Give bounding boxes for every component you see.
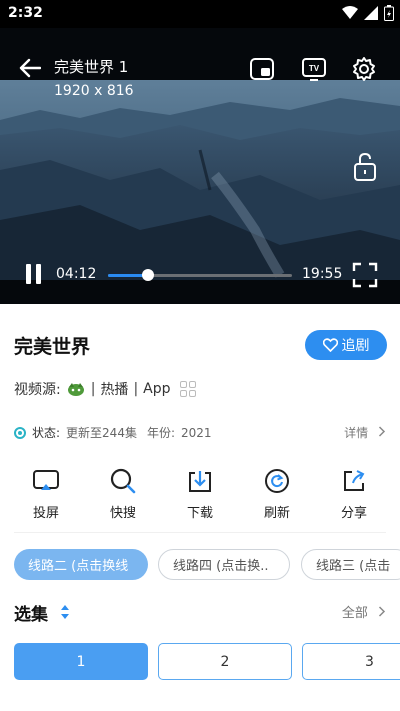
- line-chip-label: 线路四 (点击换..: [173, 559, 269, 574]
- video-player[interactable]: 完美世界 1 1920 x 816 TV 04:12 19:55: [0, 28, 400, 304]
- source-app: App: [143, 381, 171, 397]
- lock-button[interactable]: [350, 150, 380, 184]
- player-top-bar: 完美世界 1 1920 x 816 TV: [0, 28, 400, 118]
- back-arrow-icon: [19, 58, 41, 78]
- picture-in-picture-icon: [250, 58, 274, 80]
- cast-icon: [33, 470, 59, 490]
- gear-icon: [353, 57, 375, 81]
- episodes-title: 选集: [14, 605, 48, 625]
- total-duration: 19:55: [302, 266, 343, 282]
- share-icon: [344, 470, 365, 491]
- video-source-row[interactable]: 视频源: | 热播 | App: [14, 379, 196, 399]
- follow-button-label: 追剧: [341, 338, 370, 354]
- pause-icon-bar-right: [35, 264, 41, 284]
- grid-icon[interactable]: [179, 381, 196, 397]
- seek-bar[interactable]: [108, 269, 292, 281]
- divider: [14, 532, 386, 533]
- line-chip-3[interactable]: 线路三 (点击: [301, 549, 400, 580]
- tv-button[interactable]: TV: [300, 55, 328, 83]
- action-bar: 投屏 快搜 下载 刷新 分享: [0, 466, 400, 524]
- episode-label: 1: [76, 653, 86, 670]
- cast-label: 投屏: [32, 506, 59, 521]
- cast-button[interactable]: 投屏: [14, 466, 78, 521]
- back-button[interactable]: [16, 54, 44, 82]
- quick-search-button[interactable]: 快搜: [91, 466, 155, 521]
- episode-label: 2: [220, 653, 230, 670]
- line-chip-label: 线路二 (点击换线: [28, 559, 129, 574]
- status-dot-icon: [14, 426, 26, 439]
- year-label: 年份:: [146, 426, 175, 440]
- download-icon: [189, 471, 211, 492]
- year-value: 2021: [181, 425, 212, 440]
- episode-label: 3: [365, 653, 374, 670]
- refresh-label: 刷新: [263, 506, 290, 521]
- status-row: 状态: 更新至244集 年份: 2021 详情: [14, 424, 386, 441]
- source-separator: |: [90, 381, 96, 397]
- show-info-panel: 完美世界 追剧 视频源: | 热播 | App 状态: 更新至244集 年份: …: [0, 304, 400, 711]
- battery-icon: [384, 5, 394, 21]
- status-bar: 2:32: [0, 0, 400, 28]
- sort-icon[interactable]: [60, 604, 70, 620]
- share-button[interactable]: 分享: [322, 466, 386, 521]
- chevron-right-icon: [378, 606, 386, 617]
- heart-icon: [322, 338, 338, 352]
- fullscreen-icon: [352, 262, 378, 288]
- source-separator: |: [133, 381, 139, 397]
- episode-button-1[interactable]: 1: [14, 643, 148, 680]
- follow-button[interactable]: 追剧: [305, 330, 387, 360]
- settings-button[interactable]: [350, 55, 378, 83]
- all-episodes-label: 全部: [341, 606, 368, 621]
- tv-icon: TV: [302, 58, 326, 81]
- line-chip-2[interactable]: 线路二 (点击换线: [14, 549, 148, 580]
- refresh-icon: [265, 469, 289, 493]
- episode-button-3[interactable]: 3: [302, 643, 400, 680]
- status-time: 2:32: [8, 5, 43, 21]
- pause-icon-bar-left: [25, 264, 31, 284]
- fullscreen-button[interactable]: [352, 262, 378, 288]
- chevron-right-icon: [378, 426, 386, 437]
- quick-search-label: 快搜: [109, 506, 136, 521]
- current-time: 04:12: [56, 266, 97, 282]
- wifi-icon: [342, 6, 358, 19]
- video-title: 完美世界 1: [54, 58, 129, 76]
- seek-bar-thumb[interactable]: [142, 269, 155, 281]
- line-chip-4[interactable]: 线路四 (点击换..: [158, 549, 290, 580]
- source-label: 视频源:: [14, 382, 61, 398]
- player-controls: 04:12 19:55: [0, 258, 400, 294]
- details-label: 详情: [344, 426, 369, 440]
- signal-icon: [364, 6, 378, 20]
- status-icons: [342, 5, 394, 21]
- svg-text:TV: TV: [309, 64, 320, 73]
- refresh-button[interactable]: 刷新: [245, 466, 309, 521]
- source-name: 热播: [100, 382, 129, 398]
- source-logo-icon: [67, 383, 84, 396]
- details-link[interactable]: 详情: [344, 424, 386, 441]
- source-lines: 线路二 (点击换线 线路四 (点击换.. 线路三 (点击: [14, 549, 400, 581]
- episodes-header: 选集 全部: [14, 600, 386, 625]
- share-label: 分享: [340, 506, 367, 521]
- unlock-icon: [354, 152, 376, 181]
- pip-button[interactable]: [248, 55, 276, 83]
- pause-button[interactable]: [22, 264, 44, 286]
- line-chip-label: 线路三 (点击: [316, 559, 391, 574]
- status-label: 状态:: [32, 426, 61, 440]
- episode-button-2[interactable]: 2: [158, 643, 292, 680]
- video-resolution: 1920 x 816: [54, 83, 134, 99]
- all-episodes-link[interactable]: 全部: [342, 602, 386, 621]
- download-button[interactable]: 下载: [168, 466, 232, 521]
- show-title: 完美世界: [14, 336, 91, 358]
- search-icon: [110, 468, 136, 494]
- download-label: 下载: [186, 506, 213, 521]
- status-value: 更新至244集: [66, 426, 137, 440]
